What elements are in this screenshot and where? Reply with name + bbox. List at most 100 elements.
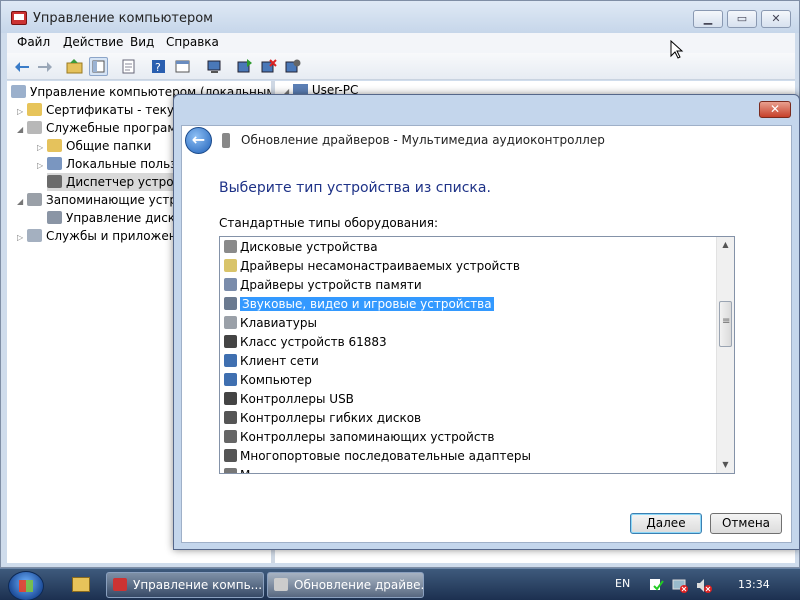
device-type-label: Драйверы устройств памяти xyxy=(240,278,422,292)
device-type-item[interactable]: Компьютер xyxy=(224,371,312,390)
dialog-heading: Выберите тип устройства из списка. xyxy=(219,180,491,196)
menu-action[interactable]: Действие xyxy=(63,35,123,49)
storage-icon xyxy=(27,193,42,206)
maximize-button[interactable]: ▭ xyxy=(727,10,757,28)
forward-icon[interactable] xyxy=(35,57,54,76)
device-type-item[interactable]: Контроллеры гибких дисков xyxy=(224,409,421,428)
network-icon[interactable] xyxy=(672,578,688,593)
up-folder-icon[interactable] xyxy=(65,57,84,76)
update-driver-dialog: ✕ ← Обновление драйверов - Мультимедиа а… xyxy=(173,94,800,550)
taskbar-button-update-driver[interactable]: Обновление драйве... xyxy=(267,572,424,598)
device-type-label: Контроллеры запоминающих устройств xyxy=(240,430,495,444)
view-icon[interactable] xyxy=(173,57,192,76)
services-icon xyxy=(27,229,42,242)
tree-item-disk-management[interactable]: Управление диска xyxy=(47,209,182,227)
volume-muted-icon[interactable] xyxy=(696,578,712,593)
help-icon[interactable]: ? xyxy=(149,57,168,76)
tree-item-system-tools[interactable]: ◢ Служебные программ xyxy=(17,119,185,137)
list-label: Стандартные типы оборудования: xyxy=(219,216,439,230)
taskbar-button-label: Управление компь... xyxy=(133,578,263,592)
computer-management-icon xyxy=(11,11,27,25)
disk-drive-icon xyxy=(224,240,237,253)
action-center-icon[interactable] xyxy=(648,578,664,593)
device-type-item[interactable]: Драйверы несамонастраиваемых устройств xyxy=(224,257,520,276)
device-type-item[interactable]: Класс устройств 61883 xyxy=(224,333,387,352)
tree-item-services[interactable]: ▷ Службы и приложен xyxy=(17,227,177,245)
computer-management-icon xyxy=(11,85,26,98)
language-indicator[interactable]: EN xyxy=(615,577,630,590)
device-type-item[interactable]: Дисковые устройства xyxy=(224,238,378,257)
keyboard-icon xyxy=(224,316,237,329)
close-button[interactable]: ✕ xyxy=(761,10,791,28)
tree-item-local-users[interactable]: ▷ Локальные пользо xyxy=(37,155,184,173)
scroll-down-button[interactable]: ▼ xyxy=(717,457,734,473)
speaker-icon xyxy=(224,297,237,310)
firewire-icon xyxy=(224,335,237,348)
cancel-button[interactable]: Отмена xyxy=(710,513,782,534)
start-button[interactable] xyxy=(8,571,44,600)
shared-folders-icon xyxy=(47,139,62,152)
tree-item-shared-folders[interactable]: ▷ Общие папки xyxy=(37,137,151,155)
taskbar-button-computer-management[interactable]: Управление компь... xyxy=(106,572,264,598)
device-type-list[interactable]: Дисковые устройства Драйверы несамонастра… xyxy=(219,236,735,474)
collapse-arrow-icon[interactable]: ◢ xyxy=(17,193,27,211)
device-type-label: Многопортовые последовательные адаптеры xyxy=(240,449,531,463)
tree-item-label: Запоминающие устрс xyxy=(46,193,184,207)
menu-file[interactable]: Файл xyxy=(17,35,50,49)
device-manager-icon xyxy=(47,175,62,188)
device-type-label: Драйверы несамонастраиваемых устройств xyxy=(240,259,520,273)
tree-item-label: Службы и приложен xyxy=(46,229,177,243)
properties-icon[interactable] xyxy=(119,57,138,76)
local-users-icon xyxy=(47,157,62,170)
dialog-close-button[interactable]: ✕ xyxy=(759,101,791,118)
back-button[interactable]: ← xyxy=(185,127,212,154)
tree-item-label: Общие папки xyxy=(66,139,152,153)
uninstall-icon[interactable] xyxy=(259,57,278,76)
tools-icon xyxy=(27,121,42,134)
show-tree-icon[interactable] xyxy=(89,57,108,76)
disable-icon[interactable] xyxy=(283,57,302,76)
device-type-item[interactable]: Контроллеры запоминающих устройств xyxy=(224,428,494,447)
device-type-item[interactable]: Звуковые, видео и игровые устройства xyxy=(224,295,494,314)
tree-item-label: Локальные пользо xyxy=(66,157,184,171)
computer-management-icon xyxy=(113,578,127,591)
next-button[interactable]: Далее xyxy=(630,513,702,534)
device-type-item[interactable]: Клиент сети xyxy=(224,352,319,371)
menu-view[interactable]: Вид xyxy=(130,35,154,49)
collapse-arrow-icon[interactable]: ◢ xyxy=(17,121,27,139)
clock[interactable]: 13:34 xyxy=(738,578,770,591)
device-type-item[interactable]: М... xyxy=(224,466,262,473)
device-type-item[interactable]: Клавиатуры xyxy=(224,314,317,333)
certificates-icon xyxy=(27,103,42,116)
device-type-label: Контроллеры гибких дисков xyxy=(240,411,422,425)
scroll-thumb[interactable] xyxy=(719,301,732,347)
vertical-scrollbar[interactable]: ▲ ▼ xyxy=(716,237,734,473)
device-type-item[interactable]: Контроллеры USB xyxy=(224,390,354,409)
device-type-label: Компьютер xyxy=(240,373,312,387)
device-type-item[interactable]: Драйверы устройств памяти xyxy=(224,276,422,295)
mouse-cursor-icon xyxy=(670,40,684,59)
dialog-content: ← Обновление драйверов - Мультимедиа ауд… xyxy=(181,125,792,543)
scroll-up-button[interactable]: ▲ xyxy=(717,237,734,253)
serial-adapter-icon xyxy=(224,449,237,462)
explorer-icon[interactable] xyxy=(72,577,90,592)
expand-arrow-icon[interactable]: ▷ xyxy=(17,229,27,247)
menu-help[interactable]: Справка xyxy=(166,35,219,49)
device-type-label: Контроллеры USB xyxy=(240,392,354,406)
svg-text:?: ? xyxy=(155,61,161,74)
title-bar[interactable]: Управление компьютером ▁ ▭ ✕ xyxy=(1,1,799,33)
non-pnp-driver-icon xyxy=(224,259,237,272)
minimize-button[interactable]: ▁ xyxy=(693,10,723,28)
device-type-item[interactable]: Многопортовые последовательные адаптеры xyxy=(224,447,531,466)
device-type-label: Клавиатуры xyxy=(240,316,317,330)
update-driver-icon[interactable] xyxy=(235,57,254,76)
expand-arrow-icon[interactable]: ▷ xyxy=(37,157,47,175)
device-type-label: Клиент сети xyxy=(240,354,319,368)
taskbar: Управление компь... Обновление драйве...… xyxy=(0,568,800,600)
computer-icon xyxy=(224,373,237,386)
tree-item-device-manager[interactable]: Диспетчер устрой xyxy=(47,173,182,191)
scan-hardware-icon[interactable] xyxy=(205,57,224,76)
back-icon[interactable] xyxy=(13,57,32,76)
tree-item-storage[interactable]: ◢ Запоминающие устрс xyxy=(17,191,184,209)
tree-item-certificates[interactable]: ▷ Сертификаты - текущ xyxy=(17,101,185,119)
